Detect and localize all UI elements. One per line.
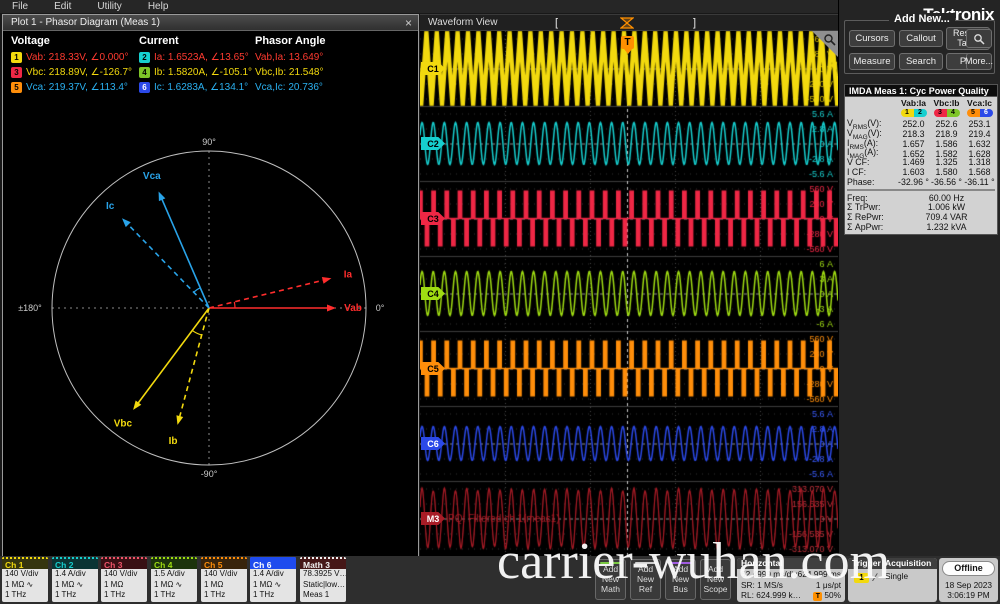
phasor-vector-label: Vca [143, 171, 161, 182]
measure-button[interactable]: Measure [849, 53, 895, 70]
horizontal-panel-title: Horizontal [737, 558, 845, 569]
column-header: Vab:Ia [897, 98, 930, 108]
phasor-vector-vca [161, 197, 209, 308]
source-badge-pair-56: 5 6 [967, 109, 993, 117]
magnifier-icon [973, 33, 985, 45]
measurement-table-title: IMDA Meas 1: Cyc Power Quality [844, 84, 998, 97]
record-length: RL: 624.999 k… [741, 590, 801, 601]
channel-badge-ch5[interactable]: Ch 5 140 V/div 1 MΩ 1 THz [201, 557, 247, 602]
status-date: 18 Sep 2023 [939, 580, 998, 590]
trigger-source-badge: 1 [854, 573, 869, 583]
table-row: Phase: -32.96 ° -36.56 ° -36.11 ° [847, 177, 995, 187]
cursors-button[interactable]: Cursors [849, 30, 895, 47]
channel-badge-ch3[interactable]: Ch 3 140 V/div 1 MΩ 1 THz [101, 557, 147, 602]
phasor-vector-label: Ib [169, 436, 178, 447]
trigger-slope-icon: ∕ [874, 572, 876, 584]
measurement-results-table: IMDA Meas 1: Cyc Power Quality Vab:Ia Vb… [844, 84, 998, 235]
phasor-vector-label: Ic [106, 201, 115, 212]
math-badge-math3[interactable]: Math 3 78.3925 V… Static|low… Meas 1 [300, 557, 346, 602]
menu-help[interactable]: Help [148, 1, 169, 12]
column-header: Vbc:Ib [930, 98, 963, 108]
status-time: 3:06:19 PM [939, 590, 998, 600]
waveform-view-window: Waveform View [ ] T C1 C2 C3 C4 C5 C6 M3 [420, 14, 838, 555]
phasor-axis-label: -90° [201, 469, 218, 479]
add-new-bus-button[interactable]: Add New Bus [665, 559, 696, 600]
add-new-scope-button[interactable]: Add New Scope [700, 559, 731, 600]
add-new-math-button[interactable]: Add New Math [595, 559, 626, 600]
zoom-bracket-right[interactable]: ] [693, 15, 696, 31]
acquisition-mode: Single [885, 571, 908, 582]
bottom-settings-bar: Ch 1 140 V/div 1 MΩ ∿ 1 THz Ch 2 1.4 A/d… [0, 556, 1000, 604]
measurement-table-header: Vab:Ia Vbc:Ib Vca:Ic [847, 98, 995, 108]
zoom-button[interactable] [966, 29, 992, 48]
channel-badge-ch2[interactable]: Ch 2 1.4 A/div 1 MΩ ∿ 1 THz [52, 557, 98, 602]
phasor-vector-ib [179, 308, 209, 419]
table-row: VMAG(V): 218.3 218.9 219.4 [847, 128, 995, 138]
menu-bar: File Edit Utility Help [0, 0, 838, 13]
trigger-position-icon: T [813, 592, 822, 601]
horizontal-window: 624.999 ms [798, 569, 841, 580]
phasor-axis-label: ±180° [18, 303, 42, 313]
phasor-vector-label: Vbc [114, 418, 133, 429]
source-badge-pair-34: 3 4 [934, 109, 960, 117]
table-row: Freq: 60.00 Hz [847, 193, 995, 203]
phasor-vector-label: Vab [344, 303, 362, 314]
phasor-window-titlebar[interactable]: Plot 1 - Phasor Diagram (Meas 1) × [3, 15, 418, 31]
offline-button[interactable]: Offline [942, 561, 995, 576]
phasor-axis-label: 90° [202, 137, 216, 147]
channel-badge-ch1[interactable]: Ch 1 140 V/div 1 MΩ ∿ 1 THz [2, 557, 48, 602]
phasor-vector-ia [209, 280, 326, 308]
phasor-window-title: Plot 1 - Phasor Diagram (Meas 1) [11, 17, 160, 28]
phasor-vector-vbc [137, 308, 209, 405]
channel-badge-ch6[interactable]: Ch 6 1.4 A/div 1 MΩ ∿ 1 THz [250, 557, 296, 602]
add-new-ref-button[interactable]: Add New Ref [630, 559, 661, 600]
add-new-label: Add New... [889, 13, 955, 25]
sample-rate: SR: 1 MS/s [741, 580, 783, 591]
status-box: Offline 18 Sep 2023 3:06:19 PM [939, 558, 998, 602]
table-row: I CF: 1.603 1.580 1.568 [847, 167, 995, 177]
channel-badge-ch4[interactable]: Ch 4 1.5 A/div 1 MΩ ∿ 1 THz [151, 557, 197, 602]
phasor-plot-window: Plot 1 - Phasor Diagram (Meas 1) × Volta… [2, 14, 419, 557]
callout-button[interactable]: Callout [899, 30, 943, 47]
table-row: IRMS(A): 1.657 1.586 1.632 [847, 138, 995, 148]
table-row: IMAG(A): 1.652 1.582 1.628 [847, 147, 995, 157]
trigger-position-badge[interactable]: T [621, 36, 634, 49]
phasor-diagram: 90° 0° ±180° -90° Vab Ia Vbc Ib Vca Ic [3, 31, 418, 556]
resolution: 1 μs/pt [816, 580, 841, 591]
application-window: File Edit Utility Help Plot 1 - Phasor D… [0, 0, 1000, 604]
close-icon[interactable]: × [405, 16, 412, 30]
expansion-point-icon[interactable] [620, 17, 634, 29]
phasor-vector-ic [126, 223, 209, 308]
table-row: Σ RePwr: 709.4 VAR [847, 212, 995, 222]
horizontal-scale: 62.4999 ms/div [741, 569, 797, 580]
divider [847, 189, 995, 191]
source-badge-pair-12: 1 2 [901, 109, 927, 117]
more-button[interactable]: More... [966, 53, 992, 70]
phasor-axis-label: 0° [376, 303, 385, 313]
table-row: VRMS(V): 252.0 252.6 253.1 [847, 118, 995, 128]
table-row: Σ ApPwr: 1.232 kVA [847, 222, 995, 232]
right-control-panel: Tektronix Add New... Cursors Callout Res… [838, 0, 1000, 604]
menu-edit[interactable]: Edit [54, 1, 71, 12]
measurement-table-badges: 1 2 3 4 5 6 [847, 108, 995, 118]
acquisition-settings-panel[interactable]: Acquisition Single [881, 558, 937, 602]
menu-utility[interactable]: Utility [97, 1, 121, 12]
zoom-bracket-left[interactable]: [ [555, 15, 558, 31]
acquisition-panel-title: Acquisition [881, 558, 937, 569]
table-row: V CF: 1.469 1.325 1.318 [847, 157, 995, 167]
search-button[interactable]: Search [899, 53, 943, 70]
phasor-vector-label: Ia [344, 269, 353, 280]
menu-file[interactable]: File [12, 1, 28, 12]
table-row: Σ TrPwr: 1.006 kW [847, 202, 995, 212]
horizontal-settings-panel[interactable]: Horizontal 62.4999 ms/div 624.999 ms SR:… [737, 558, 845, 602]
waveform-view-title: Waveform View [428, 17, 497, 28]
trigger-position-arrow-icon [624, 49, 632, 54]
horizontal-position: 50% [824, 590, 841, 600]
waveform-grid[interactable] [420, 31, 838, 556]
column-header: Vca:Ic [963, 98, 996, 108]
